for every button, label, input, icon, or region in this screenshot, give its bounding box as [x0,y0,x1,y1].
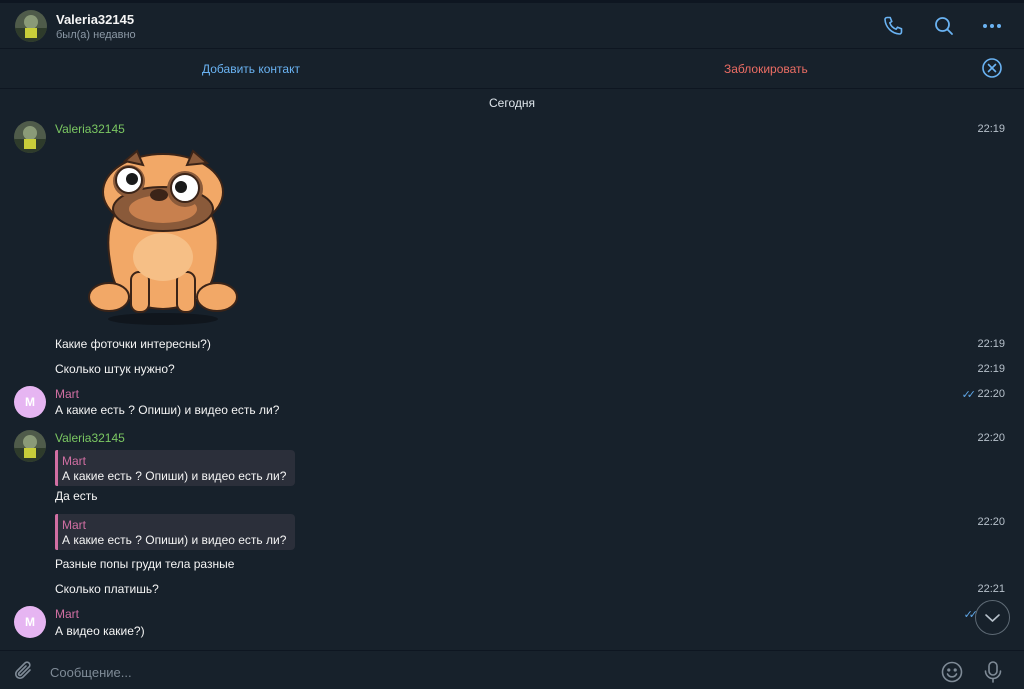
contact-action-bar: Добавить контакт Заблокировать [0,49,1024,89]
message-time: 22:21 [977,583,1005,595]
message-text[interactable]: А какие есть ? Опиши) и видео есть ли? [55,403,279,417]
reply-accent-bar [55,514,58,550]
message-time: 22:20 [977,432,1005,444]
message-composer [0,650,1024,683]
search-icon[interactable] [932,14,956,38]
reply-sender: Mart [62,454,86,468]
message-text[interactable]: Да есть [55,489,98,503]
sender-avatar[interactable]: M [14,606,46,638]
read-checkmarks-icon: ✓✓ [963,609,979,621]
contact-name[interactable]: Valeria32145 [56,12,134,27]
scroll-down-button[interactable] [975,600,1010,635]
reply-accent-bar [55,450,58,486]
sender-avatar[interactable]: M [14,386,46,418]
chat-header: Valeria32145 был(а) недавно [0,3,1024,49]
phone-icon[interactable] [882,14,906,38]
date-separator: Сегодня [489,96,535,110]
contact-status: был(а) недавно [56,29,136,41]
read-checkmarks-icon: ✓✓ [961,389,977,401]
close-circle-icon[interactable] [981,57,1003,79]
emoji-icon[interactable] [940,660,964,684]
message-time: 22:20 [977,516,1005,528]
more-icon[interactable] [980,14,1004,38]
sender-name[interactable]: Valeria32145 [55,431,125,445]
sender-avatar[interactable] [14,121,46,153]
message-list[interactable]: Сегодня Valeria32145 22:19 Какие фоточки… [0,89,1024,649]
microphone-icon[interactable] [982,660,1004,684]
sender-name[interactable]: Mart [55,607,79,621]
sender-name[interactable]: Mart [55,387,79,401]
contact-avatar[interactable] [15,10,47,42]
message-time: 22:19 [977,123,1005,135]
block-button[interactable]: Заблокировать [724,62,808,76]
paperclip-icon[interactable] [13,660,35,682]
reply-quote[interactable]: Mart А какие есть ? Опиши) и видео есть … [55,514,295,550]
pug-sticker[interactable] [83,147,243,327]
sender-avatar[interactable] [14,430,46,462]
reply-sender: Mart [62,518,86,532]
reply-quote[interactable]: Mart А какие есть ? Опиши) и видео есть … [55,450,295,486]
chevron-down-icon [985,614,1000,622]
reply-text: А какие есть ? Опиши) и видео есть ли? [62,533,287,547]
message-text[interactable]: Какие фоточки интересны?) [55,337,211,351]
message-time: 22:19 [977,338,1005,350]
message-time: 22:20 [977,388,1005,400]
message-text[interactable]: Разные попы груди тела разные [55,557,234,571]
message-time: 22:19 [977,363,1005,375]
message-input[interactable] [50,663,910,681]
sender-name[interactable]: Valeria32145 [55,122,125,136]
message-text[interactable]: Сколько штук нужно? [55,362,175,376]
message-text[interactable]: А видео какие?) [55,624,145,638]
add-contact-button[interactable]: Добавить контакт [202,62,300,76]
message-text[interactable]: Сколько платишь? [55,582,159,596]
reply-text: А какие есть ? Опиши) и видео есть ли? [62,469,287,483]
